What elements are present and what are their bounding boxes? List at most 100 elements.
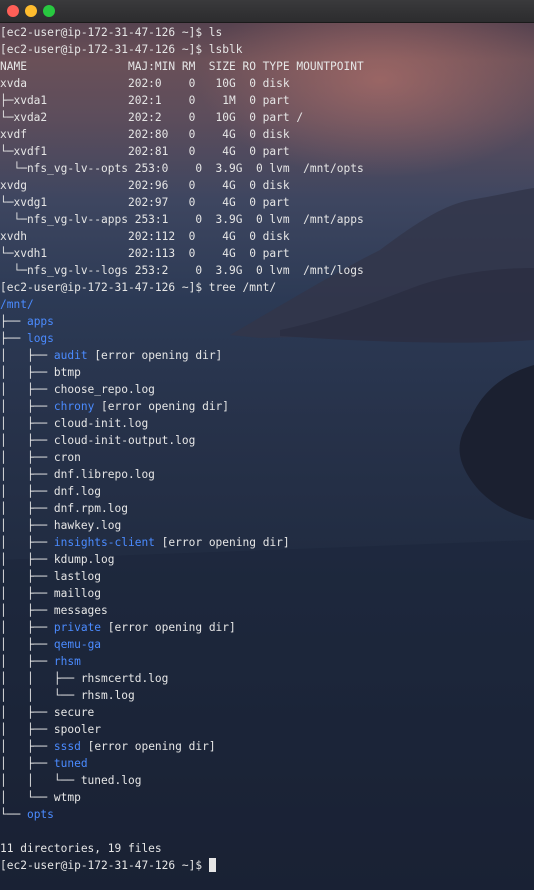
- terminal-text: [ec2-user@ip-172-31-47-126 ~]$ lsblk: [0, 43, 243, 56]
- terminal-text: [error opening dir]: [94, 400, 230, 413]
- directory-name: apps: [26, 315, 54, 328]
- terminal-line: │ ├── tuned: [0, 755, 534, 772]
- terminal-text: ├──: [0, 332, 27, 345]
- directory-name: private: [53, 621, 102, 634]
- terminal-line: xvdh 202:112 0 4G 0 disk: [0, 228, 534, 245]
- terminal-line: 11 directories, 19 files: [0, 840, 534, 857]
- terminal-text: │ │ ├── rhsmcertd.log: [0, 672, 169, 685]
- terminal-text: │ ├── choose_repo.log: [0, 383, 155, 396]
- directory-name: audit: [53, 349, 88, 362]
- minimize-button[interactable]: [25, 5, 37, 17]
- terminal-line: │ ├── messages: [0, 602, 534, 619]
- directory-name: opts: [26, 808, 54, 821]
- terminal-text: │ ├── cloud-init-output.log: [0, 434, 196, 447]
- terminal-line: /mnt/: [0, 296, 534, 313]
- terminal-output[interactable]: [ec2-user@ip-172-31-47-126 ~]$ ls [ec2-us…: [0, 24, 534, 890]
- directory-name: chrony: [53, 400, 95, 413]
- terminal-line: │ ├── spooler: [0, 721, 534, 738]
- terminal-text: │ ├──: [0, 757, 54, 770]
- terminal-line: │ ├── btmp: [0, 364, 534, 381]
- directory-name: logs: [26, 332, 54, 345]
- terminal-line: └── opts: [0, 806, 534, 823]
- terminal-text: [error opening dir]: [101, 621, 236, 634]
- terminal-line: ├── logs: [0, 330, 534, 347]
- terminal-text: [error opening dir]: [87, 349, 223, 362]
- terminal-text: ├─xvda1 202:1 0 1M 0 part: [0, 94, 290, 107]
- terminal-line: │ ├── qemu-ga: [0, 636, 534, 653]
- terminal-line: │ └── wtmp: [0, 789, 534, 806]
- terminal-text: │ ├──: [0, 638, 54, 651]
- zoom-button[interactable]: [43, 5, 55, 17]
- terminal-line: │ ├── kdump.log: [0, 551, 534, 568]
- terminal-line: └─nfs_vg-lv--apps 253:1 0 3.9G 0 lvm /mn…: [0, 211, 534, 228]
- terminal-line: └─xvda2 202:2 0 10G 0 part /: [0, 109, 534, 126]
- terminal-text: ├──: [0, 315, 27, 328]
- terminal-line: │ ├── cloud-init-output.log: [0, 432, 534, 449]
- terminal-line: └─xvdf1 202:81 0 4G 0 part: [0, 143, 534, 160]
- terminal-line: └─nfs_vg-lv--logs 253:2 0 3.9G 0 lvm /mn…: [0, 262, 534, 279]
- terminal-line: [ec2-user@ip-172-31-47-126 ~]$: [0, 857, 534, 874]
- terminal-text: [error opening dir]: [80, 740, 216, 753]
- terminal-text: xvdg 202:96 0 4G 0 disk: [0, 179, 290, 192]
- terminal-line: │ ├── rhsm: [0, 653, 534, 670]
- terminal-text: 11 directories, 19 files: [0, 842, 162, 855]
- terminal-text: │ │ └── tuned.log: [0, 774, 142, 787]
- terminal-line: │ ├── chrony [error opening dir]: [0, 398, 534, 415]
- terminal-line: │ ├── cron: [0, 449, 534, 466]
- terminal-line: xvda 202:0 0 10G 0 disk: [0, 75, 534, 92]
- terminal-text: xvdh 202:112 0 4G 0 disk: [0, 230, 290, 243]
- terminal-line: │ ├── audit [error opening dir]: [0, 347, 534, 364]
- terminal-line: │ ├── cloud-init.log: [0, 415, 534, 432]
- terminal-line: [ec2-user@ip-172-31-47-126 ~]$ tree /mnt…: [0, 279, 534, 296]
- directory-name: rhsm: [53, 655, 81, 668]
- terminal-line: │ │ ├── rhsmcertd.log: [0, 670, 534, 687]
- terminal-text: └─nfs_vg-lv--opts 253:0 0 3.9G 0 lvm /mn…: [0, 162, 364, 175]
- terminal-line: ├─xvda1 202:1 0 1M 0 part: [0, 92, 534, 109]
- terminal-text: │ ├── lastlog: [0, 570, 102, 583]
- terminal-text: │ ├── cloud-init.log: [0, 417, 149, 430]
- terminal-text: │ ├── dnf.rpm.log: [0, 502, 128, 515]
- terminal-text: │ ├── btmp: [0, 366, 81, 379]
- terminal-text: [ec2-user@ip-172-31-47-126 ~]$ ls: [0, 26, 223, 39]
- terminal-text: xvda 202:0 0 10G 0 disk: [0, 77, 290, 90]
- terminal-text: └──: [0, 808, 27, 821]
- terminal-text: │ ├── messages: [0, 604, 108, 617]
- terminal-text: │ ├──: [0, 655, 54, 668]
- terminal-text: [ec2-user@ip-172-31-47-126 ~]$: [0, 859, 209, 872]
- terminal-text: │ ├── dnf.log: [0, 485, 102, 498]
- title-bar: [0, 0, 534, 23]
- terminal-text: │ ├── hawkey.log: [0, 519, 122, 532]
- directory-name: sssd: [53, 740, 81, 753]
- terminal-line: │ ├── dnf.librepo.log: [0, 466, 534, 483]
- terminal-text: │ ├── cron: [0, 451, 81, 464]
- terminal-line: │ ├── sssd [error opening dir]: [0, 738, 534, 755]
- terminal-text: └─xvdf1 202:81 0 4G 0 part: [0, 145, 290, 158]
- close-button[interactable]: [7, 5, 19, 17]
- terminal-line: └─xvdg1 202:97 0 4G 0 part: [0, 194, 534, 211]
- terminal-line: [ec2-user@ip-172-31-47-126 ~]$ ls: [0, 24, 534, 41]
- terminal-line: │ ├── private [error opening dir]: [0, 619, 534, 636]
- terminal-line: └─xvdh1 202:113 0 4G 0 part: [0, 245, 534, 262]
- terminal-text: │ ├── dnf.librepo.log: [0, 468, 155, 481]
- terminal-line: │ ├── maillog: [0, 585, 534, 602]
- terminal-line: NAME MAJ:MIN RM SIZE RO TYPE MOUNTPOINT: [0, 58, 534, 75]
- terminal-text: └─xvdg1 202:97 0 4G 0 part: [0, 196, 290, 209]
- terminal-text: └─nfs_vg-lv--apps 253:1 0 3.9G 0 lvm /mn…: [0, 213, 364, 226]
- terminal-text: │ ├──: [0, 349, 54, 362]
- directory-name: tuned: [53, 757, 88, 770]
- directory-name: insights-client: [53, 536, 155, 549]
- terminal-text: │ ├──: [0, 621, 54, 634]
- terminal-text: │ ├── secure: [0, 706, 95, 719]
- terminal-line: │ ├── choose_repo.log: [0, 381, 534, 398]
- terminal-line: xvdg 202:96 0 4G 0 disk: [0, 177, 534, 194]
- terminal-text: xvdf 202:80 0 4G 0 disk: [0, 128, 290, 141]
- terminal-text: [ec2-user@ip-172-31-47-126 ~]$ tree /mnt…: [0, 281, 277, 294]
- directory-name: /mnt/: [0, 298, 34, 311]
- terminal-line: xvdf 202:80 0 4G 0 disk: [0, 126, 534, 143]
- terminal-line: [ec2-user@ip-172-31-47-126 ~]$ lsblk: [0, 41, 534, 58]
- terminal-line: │ │ └── rhsm.log: [0, 687, 534, 704]
- terminal-text: │ ├──: [0, 536, 54, 549]
- terminal-text: └─xvda2 202:2 0 10G 0 part /: [0, 111, 304, 124]
- terminal-window: [ec2-user@ip-172-31-47-126 ~]$ ls [ec2-us…: [0, 0, 534, 890]
